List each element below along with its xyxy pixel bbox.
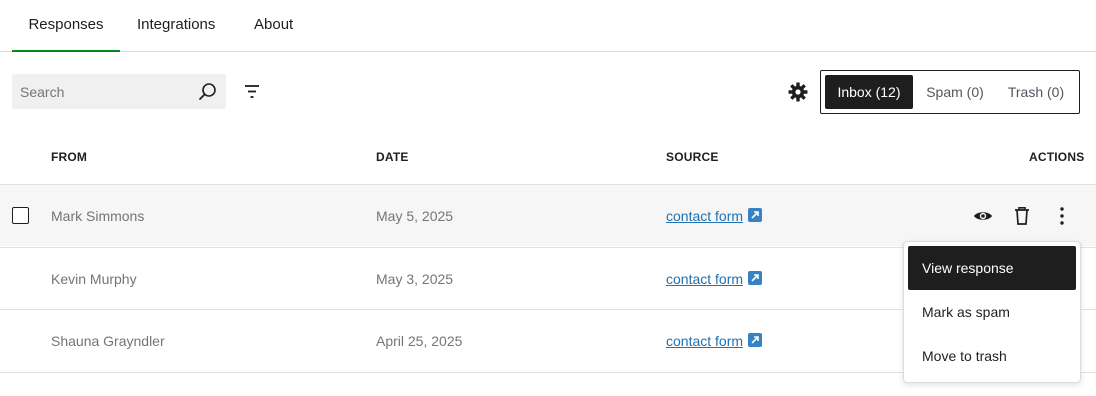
external-link-icon[interactable] [748, 333, 763, 347]
view-icon[interactable] [971, 204, 995, 228]
row-source: contact form [666, 310, 763, 372]
trash-icon[interactable] [1010, 204, 1034, 228]
tab-bar: Responses Integrations About [0, 0, 1096, 52]
filter-icon[interactable] [240, 80, 264, 104]
row-from: Shauna Grayndler [51, 333, 165, 349]
table-row[interactable]: Mark Simmons May 5, 2025 contact form [0, 184, 1096, 246]
gear-icon[interactable] [786, 80, 810, 104]
column-header-from: FROM [51, 150, 88, 164]
tab-integrations[interactable]: Integrations [137, 0, 215, 51]
tab-responses[interactable]: Responses [12, 0, 120, 52]
more-vertical-icon[interactable] [1050, 204, 1074, 228]
inbox-button[interactable]: Inbox (12) [825, 75, 913, 109]
row-checkbox[interactable] [12, 207, 29, 224]
search-input[interactable] [12, 74, 192, 109]
row-date: April 25, 2025 [376, 333, 463, 349]
menu-item-mark-as-spam[interactable]: Mark as spam [908, 290, 1076, 334]
source-link[interactable]: contact form [666, 208, 743, 224]
external-link-icon[interactable] [748, 208, 763, 222]
folder-switcher: Inbox (12) Spam (0) Trash (0) [820, 70, 1080, 114]
tab-about[interactable]: About [254, 0, 293, 51]
column-header-actions: ACTIONS [1029, 150, 1085, 164]
menu-item-view-response[interactable]: View response [908, 246, 1076, 290]
row-from: Kevin Murphy [51, 271, 137, 287]
search-icon[interactable] [198, 82, 218, 102]
row-source: contact form [666, 248, 763, 310]
menu-item-move-to-trash[interactable]: Move to trash [908, 334, 1076, 378]
row-source: contact form [666, 185, 763, 247]
column-header-date: DATE [376, 150, 409, 164]
external-link-icon[interactable] [748, 271, 763, 285]
row-from: Mark Simmons [51, 208, 145, 224]
row-actions-menu: View response Mark as spam Move to trash [903, 241, 1081, 383]
trash-folder-button[interactable]: Trash (0) [997, 75, 1075, 109]
row-date: May 5, 2025 [376, 208, 454, 224]
spam-button[interactable]: Spam (0) [917, 75, 993, 109]
row-date: May 3, 2025 [376, 271, 454, 287]
search-box [12, 74, 226, 109]
column-header-source: SOURCE [666, 150, 719, 164]
source-link[interactable]: contact form [666, 333, 743, 349]
source-link[interactable]: contact form [666, 271, 743, 287]
